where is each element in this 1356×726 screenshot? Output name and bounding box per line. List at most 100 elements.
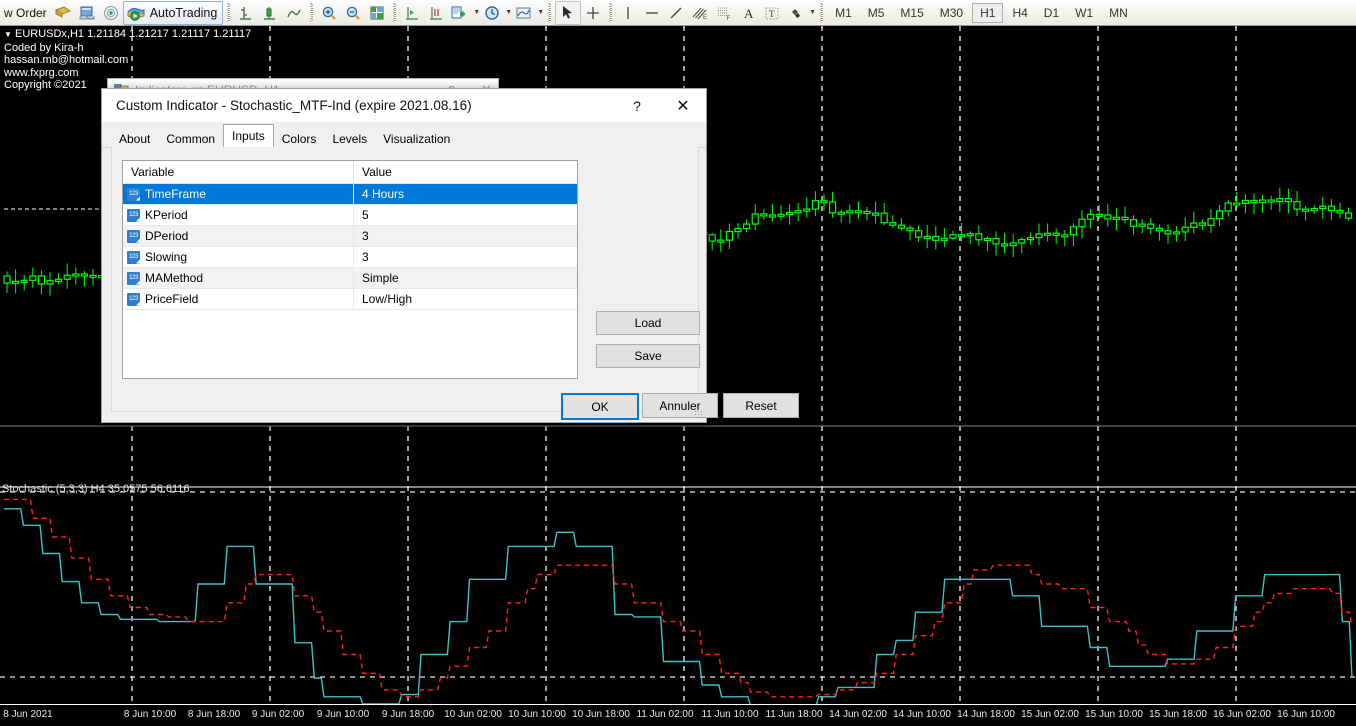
timeframe-m30[interactable]: M30: [933, 4, 970, 22]
crosshair-icon[interactable]: [581, 2, 605, 24]
table-row[interactable]: 123 DPeriod 3: [123, 226, 577, 247]
timeframe-mn[interactable]: MN: [1102, 4, 1135, 22]
chevron-down-icon[interactable]: ▼: [473, 9, 480, 16]
time-tick: 15 Jun 18:00: [1149, 709, 1207, 720]
cell-value[interactable]: Low/High: [354, 292, 577, 306]
dialog-footer: OK Annuler Reset: [102, 384, 706, 422]
cancel-button[interactable]: Annuler: [642, 393, 718, 418]
table-row[interactable]: 123TimeFrame4 Hours: [123, 184, 577, 205]
templates-icon[interactable]: [448, 2, 472, 24]
data-window-icon[interactable]: [75, 2, 99, 24]
cell-variable: 123MAMethod: [123, 268, 354, 288]
timeframe-m15[interactable]: M15: [893, 4, 930, 22]
signals-icon[interactable]: [99, 2, 123, 24]
table-row[interactable]: 123Slowing3: [123, 247, 577, 268]
resize-grip[interactable]: [694, 410, 703, 419]
variable-type-icon: 123: [127, 230, 140, 243]
timeframe-m5[interactable]: M5: [861, 4, 892, 22]
toolbar-separator: [546, 3, 553, 23]
variable-type-icon: 123: [127, 272, 140, 285]
tab-inputs[interactable]: Inputs: [223, 124, 274, 148]
time-tick: 15 Jun 02:00: [1021, 709, 1079, 720]
timeframe-h1[interactable]: H1: [972, 3, 1003, 23]
collapse-arrow-icon[interactable]: ▼: [4, 30, 12, 39]
cell-value[interactable]: 3: [354, 250, 577, 264]
new-order-icon[interactable]: [51, 2, 75, 24]
reset-button[interactable]: Reset: [723, 393, 799, 418]
toolbar-separator: [607, 3, 614, 23]
save-button[interactable]: Save: [596, 344, 700, 368]
timeframe-d1[interactable]: D1: [1037, 4, 1066, 22]
table-row[interactable]: 123PriceFieldLow/High: [123, 289, 577, 310]
time-tick: 14 Jun 02:00: [829, 709, 887, 720]
dialog-body: AboutCommonInputsColorsLevelsVisualizati…: [102, 122, 706, 422]
objects-icon[interactable]: [784, 2, 808, 24]
chevron-down-icon[interactable]: ▼: [809, 9, 816, 16]
svg-text:A: A: [744, 6, 754, 21]
shift-end-icon[interactable]: [424, 2, 448, 24]
table-row[interactable]: 123MAMethodSimple: [123, 268, 577, 289]
cursor-icon[interactable]: [555, 1, 581, 25]
line-chart-icon[interactable]: [282, 2, 306, 24]
chevron-down-icon[interactable]: ▼: [537, 9, 544, 16]
autotrading-button[interactable]: AutoTrading: [123, 1, 224, 25]
cell-value[interactable]: Simple: [354, 271, 577, 285]
svg-text:F: F: [727, 16, 731, 21]
variable-name: TimeFrame: [145, 187, 206, 201]
close-button[interactable]: ✕: [660, 89, 706, 122]
time-tick: 9 Jun 10:00: [317, 709, 369, 720]
dialog-titlebar[interactable]: Custom Indicator - Stochastic_MTF-Ind (e…: [102, 89, 706, 122]
time-tick: 16 Jun 10:00: [1277, 709, 1335, 720]
autotrading-label: AutoTrading: [150, 6, 218, 20]
indicators-icon[interactable]: [512, 2, 536, 24]
time-tick: 9 Jun 02:00: [252, 709, 304, 720]
cell-variable: 123PriceField: [123, 289, 354, 309]
time-tick: 8 Jun 10:00: [124, 709, 176, 720]
cell-value[interactable]: 5: [354, 208, 577, 222]
variable-type-icon: 123: [127, 209, 140, 222]
vertical-line-icon[interactable]: [616, 2, 640, 24]
help-button[interactable]: ?: [614, 89, 660, 122]
time-tick: 8 Jun 2021: [3, 709, 53, 720]
table-row[interactable]: 123KPeriod5: [123, 205, 577, 226]
custom-indicator-dialog[interactable]: Custom Indicator - Stochastic_MTF-Ind (e…: [101, 88, 707, 423]
time-tick: 11 Jun 02:00: [636, 709, 693, 720]
ok-button[interactable]: OK: [561, 393, 639, 420]
chevron-down-icon[interactable]: ▼: [505, 9, 512, 16]
periodicity-icon[interactable]: [480, 2, 504, 24]
timeframe-h4[interactable]: H4: [1005, 4, 1034, 22]
toolbar-separator: [225, 3, 232, 23]
cell-value[interactable]: 3: [354, 229, 577, 243]
load-button[interactable]: Load: [596, 311, 700, 335]
timeframe-m1[interactable]: M1: [828, 4, 859, 22]
zoom-out-icon[interactable]: [341, 2, 365, 24]
horizontal-line-icon[interactable]: [640, 2, 664, 24]
variable-type-icon: 123: [127, 293, 140, 306]
indicator-label: Stochastic (5,3,3) H4 35.0575 56.6116: [2, 483, 190, 495]
zoom-in-icon[interactable]: [317, 2, 341, 24]
toolbar-separator: [818, 3, 825, 23]
timeframe-w1[interactable]: W1: [1068, 4, 1100, 22]
shift-start-icon[interactable]: [400, 2, 424, 24]
new-order-label[interactable]: w Order: [0, 6, 51, 20]
inputs-table[interactable]: Variable Value 123TimeFrame4 Hours123KPe…: [122, 160, 578, 379]
dialog-title: Custom Indicator - Stochastic_MTF-Ind (e…: [116, 98, 472, 113]
symbol-price-line: EURUSDx,H1 1.21184 1.21217 1.21117 1.211…: [15, 28, 251, 40]
time-tick: 11 Jun 18:00: [765, 709, 822, 720]
text-icon[interactable]: A: [736, 2, 760, 24]
author-line-0: Coded by Kira-h: [4, 42, 251, 55]
candlestick-chart-icon[interactable]: [258, 2, 282, 24]
time-tick: 10 Jun 02:00: [444, 709, 502, 720]
text-label-icon[interactable]: T: [760, 2, 784, 24]
svg-text:T: T: [769, 9, 775, 19]
fibonacci-icon[interactable]: F: [712, 2, 736, 24]
inputs-panel: Variable Value 123TimeFrame4 Hours123KPe…: [111, 147, 699, 412]
variable-name: DPeriod: [145, 229, 188, 243]
equidistant-channel-icon[interactable]: E: [688, 2, 712, 24]
bar-chart-icon[interactable]: [234, 2, 258, 24]
toolbar-separator: [391, 3, 398, 23]
time-tick: 16 Jun 02:00: [1213, 709, 1271, 720]
grid-icon[interactable]: [365, 2, 389, 24]
cell-value[interactable]: 4 Hours: [354, 187, 577, 201]
trendline-icon[interactable]: [664, 2, 688, 24]
